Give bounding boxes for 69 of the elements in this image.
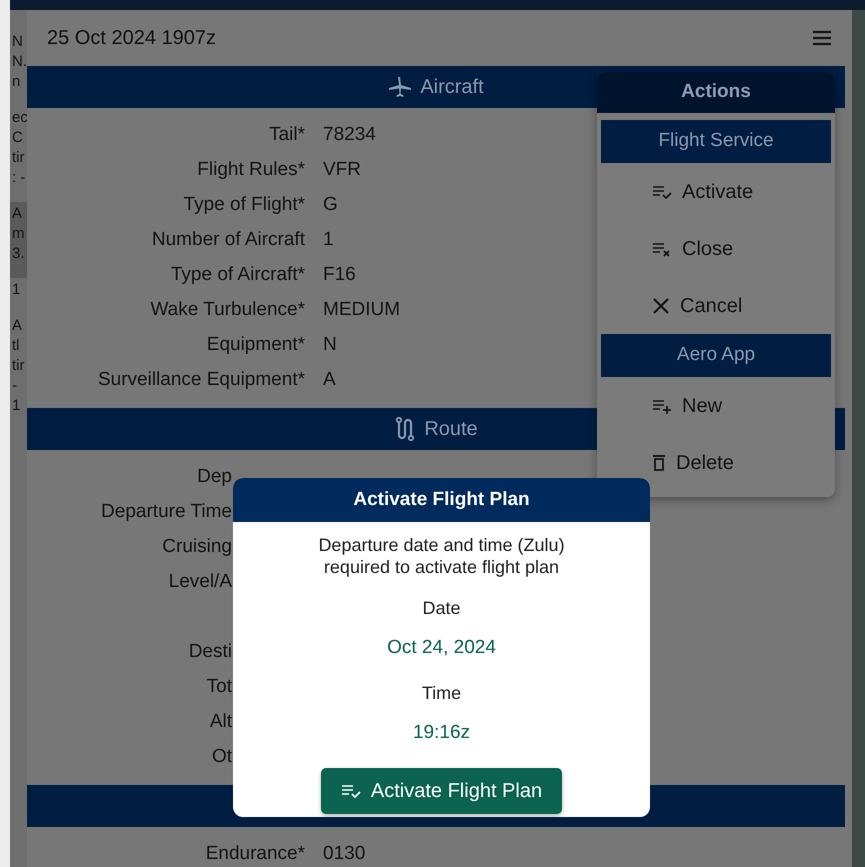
- menu-item[interactable]: Close: [597, 220, 835, 277]
- menu-group-header: Aero App: [601, 334, 831, 377]
- time-value[interactable]: 19:16z: [412, 718, 470, 747]
- field-label: Tail*: [268, 123, 305, 148]
- airplane-icon: [388, 76, 412, 98]
- list-text: tir: [12, 356, 26, 376]
- trash-icon: [652, 454, 666, 471]
- dialog-title: Activate Flight Plan: [233, 478, 650, 522]
- list-x-icon: [652, 240, 672, 256]
- list-text: m: [12, 224, 26, 244]
- list-text: A: [12, 204, 24, 224]
- field-value: N: [323, 333, 337, 358]
- field-label: Surveillance Equipment*: [96, 368, 305, 392]
- menu-item[interactable]: Activate: [597, 163, 835, 220]
- list-text: 1: [12, 280, 22, 300]
- field-label: Equipment*: [206, 333, 305, 358]
- list-text: n: [12, 72, 22, 92]
- field-value: 1: [323, 228, 334, 252]
- route-icon: [394, 417, 416, 441]
- field-value: 78234: [323, 123, 376, 148]
- date-value[interactable]: Oct 24, 2024: [387, 634, 496, 662]
- list-text: tl: [12, 336, 20, 356]
- field-value: MEDIUM: [323, 298, 400, 322]
- activate-flight-plan-button[interactable]: Activate Flight Plan: [320, 768, 562, 814]
- sheet-title: 25 Oct 2024 1907z: [47, 26, 216, 51]
- close-icon: [652, 296, 670, 314]
- list-text: A: [12, 316, 24, 336]
- list-text: N.: [12, 52, 27, 72]
- field-label: Type of Aircraft*: [170, 263, 305, 288]
- menu-icon: [812, 30, 832, 46]
- list-text: 3.: [12, 244, 26, 264]
- section-title: Aircraft: [420, 75, 484, 100]
- field-label: Endurance*: [204, 842, 305, 866]
- field-label: Flight Rules*: [196, 158, 305, 182]
- list-check-icon: [340, 783, 361, 799]
- list-plus-icon: [652, 398, 672, 414]
- menu-title: Actions: [597, 72, 835, 113]
- time-label: Time: [422, 682, 462, 704]
- list-text: N: [12, 32, 24, 52]
- field-label: Cruising: [161, 535, 232, 560]
- list-item-highlight[interactable]: A m 3.: [10, 202, 27, 278]
- field-label: Type of Flight*: [182, 193, 305, 218]
- field-label: Desti: [188, 640, 232, 664]
- menu-item[interactable]: New: [597, 377, 835, 434]
- field-value: VFR: [323, 158, 361, 182]
- menu-item[interactable]: Cancel: [597, 277, 835, 334]
- dialog-message: Departure date and time (Zulu) required to activate flight plan: [317, 534, 566, 578]
- field-value: F16: [323, 263, 356, 288]
- list-text: : -: [12, 168, 26, 188]
- field-label: Wake Turbulence*: [149, 298, 305, 322]
- field-value: G: [323, 193, 338, 218]
- field-value: A: [323, 368, 336, 392]
- list-text: tir: [12, 148, 26, 168]
- list-text: 1: [12, 396, 22, 416]
- list-check-icon: [652, 184, 672, 200]
- field-label: Ot: [210, 745, 232, 770]
- field-label: Alt: [208, 710, 232, 734]
- field-label: Departure Time: [100, 500, 232, 524]
- field-label: Number of Aircraft: [150, 228, 305, 252]
- field-label: Dep: [196, 465, 232, 490]
- menu-group-header: Flight Service: [601, 120, 831, 163]
- list-text: -: [12, 376, 18, 396]
- list-text: ec: [12, 108, 27, 128]
- list-text: C: [12, 128, 24, 148]
- field-label: Level/A: [168, 570, 232, 594]
- date-label: Date: [422, 597, 461, 620]
- field-label: Tot: [206, 675, 232, 700]
- field-value: 0130: [323, 842, 366, 866]
- section-title: Route: [424, 417, 478, 442]
